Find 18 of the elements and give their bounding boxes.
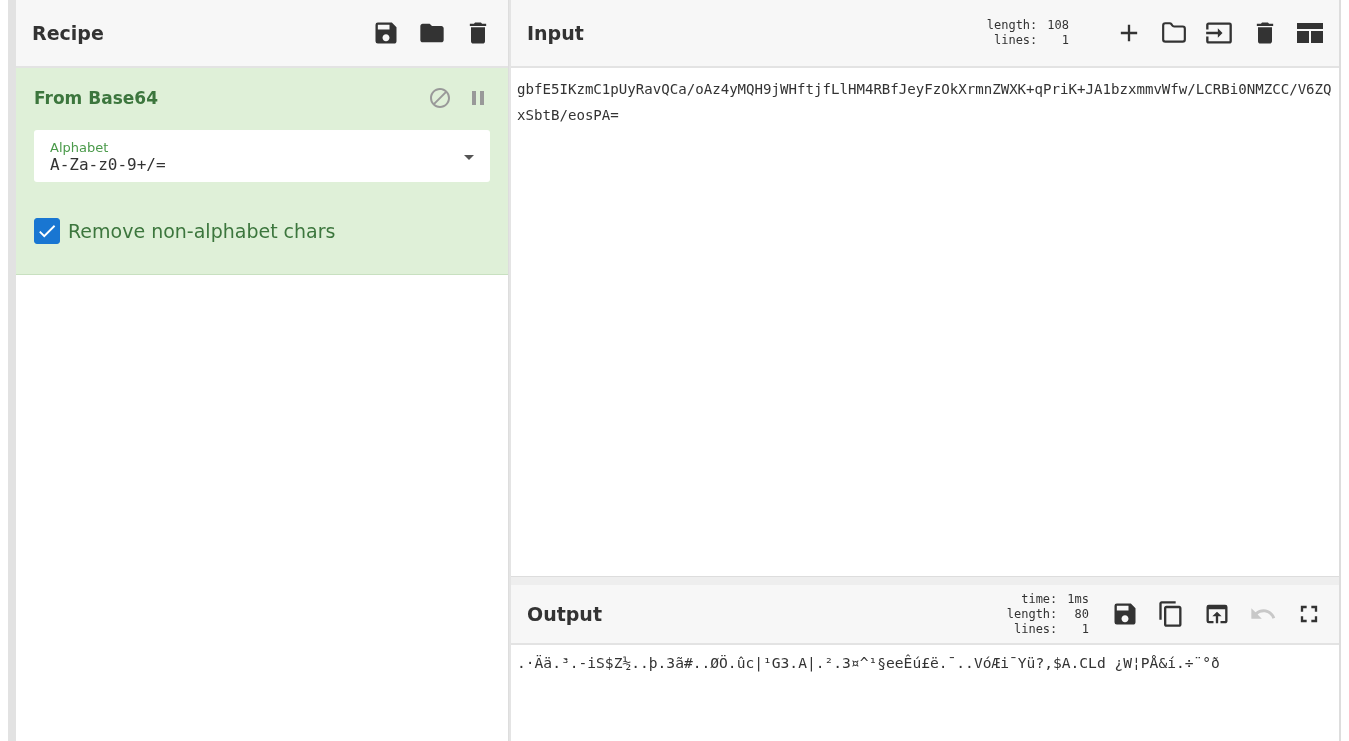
output-stats: time: 1ms length: 80 lines: 1 bbox=[1006, 591, 1089, 637]
alphabet-dropdown[interactable]: Alphabet A-Za-z0-9+/= bbox=[34, 130, 490, 182]
output-text: .·Ää.³.-iS$Z½..þ.3ã#..ØÖ.ûc|¹G3.A|.².3¤^¹§eeÊú£ë.¯..VóÆi¯Yü?,$A.CLd ¿W¦PÅ&í.÷¨°ð bbox=[516, 653, 1221, 674]
input-text[interactable]: gbfE5IKzmC1pUyRavQCa/oAz4yMQH9jWHftjfLlHM4RBfJeyFzOkXrmnZWXK+qPriK+JA1bzxmmvWfw/LCRBi0NMZCC/V6ZQxSbtB/eosPA= bbox=[511, 68, 1339, 576]
operation-title: From Base64 bbox=[34, 88, 159, 108]
field-label: Alphabet bbox=[50, 140, 110, 155]
layout-icon[interactable] bbox=[1297, 22, 1323, 44]
copy-icon[interactable] bbox=[1157, 600, 1185, 628]
checkbox-label: Remove non-alphabet chars bbox=[68, 220, 336, 242]
output-title: Output bbox=[527, 603, 603, 625]
input-stats: length: 108 lines: 1 bbox=[986, 18, 1069, 48]
resize-handle[interactable] bbox=[511, 576, 1339, 585]
caret-icon bbox=[464, 154, 474, 160]
field-value: A-Za-z0-9+/= bbox=[50, 155, 167, 174]
checkbox[interactable] bbox=[34, 218, 60, 244]
input-title: Input bbox=[527, 22, 585, 44]
recipe-title: Recipe bbox=[32, 22, 105, 44]
folder-icon[interactable] bbox=[1161, 20, 1187, 46]
